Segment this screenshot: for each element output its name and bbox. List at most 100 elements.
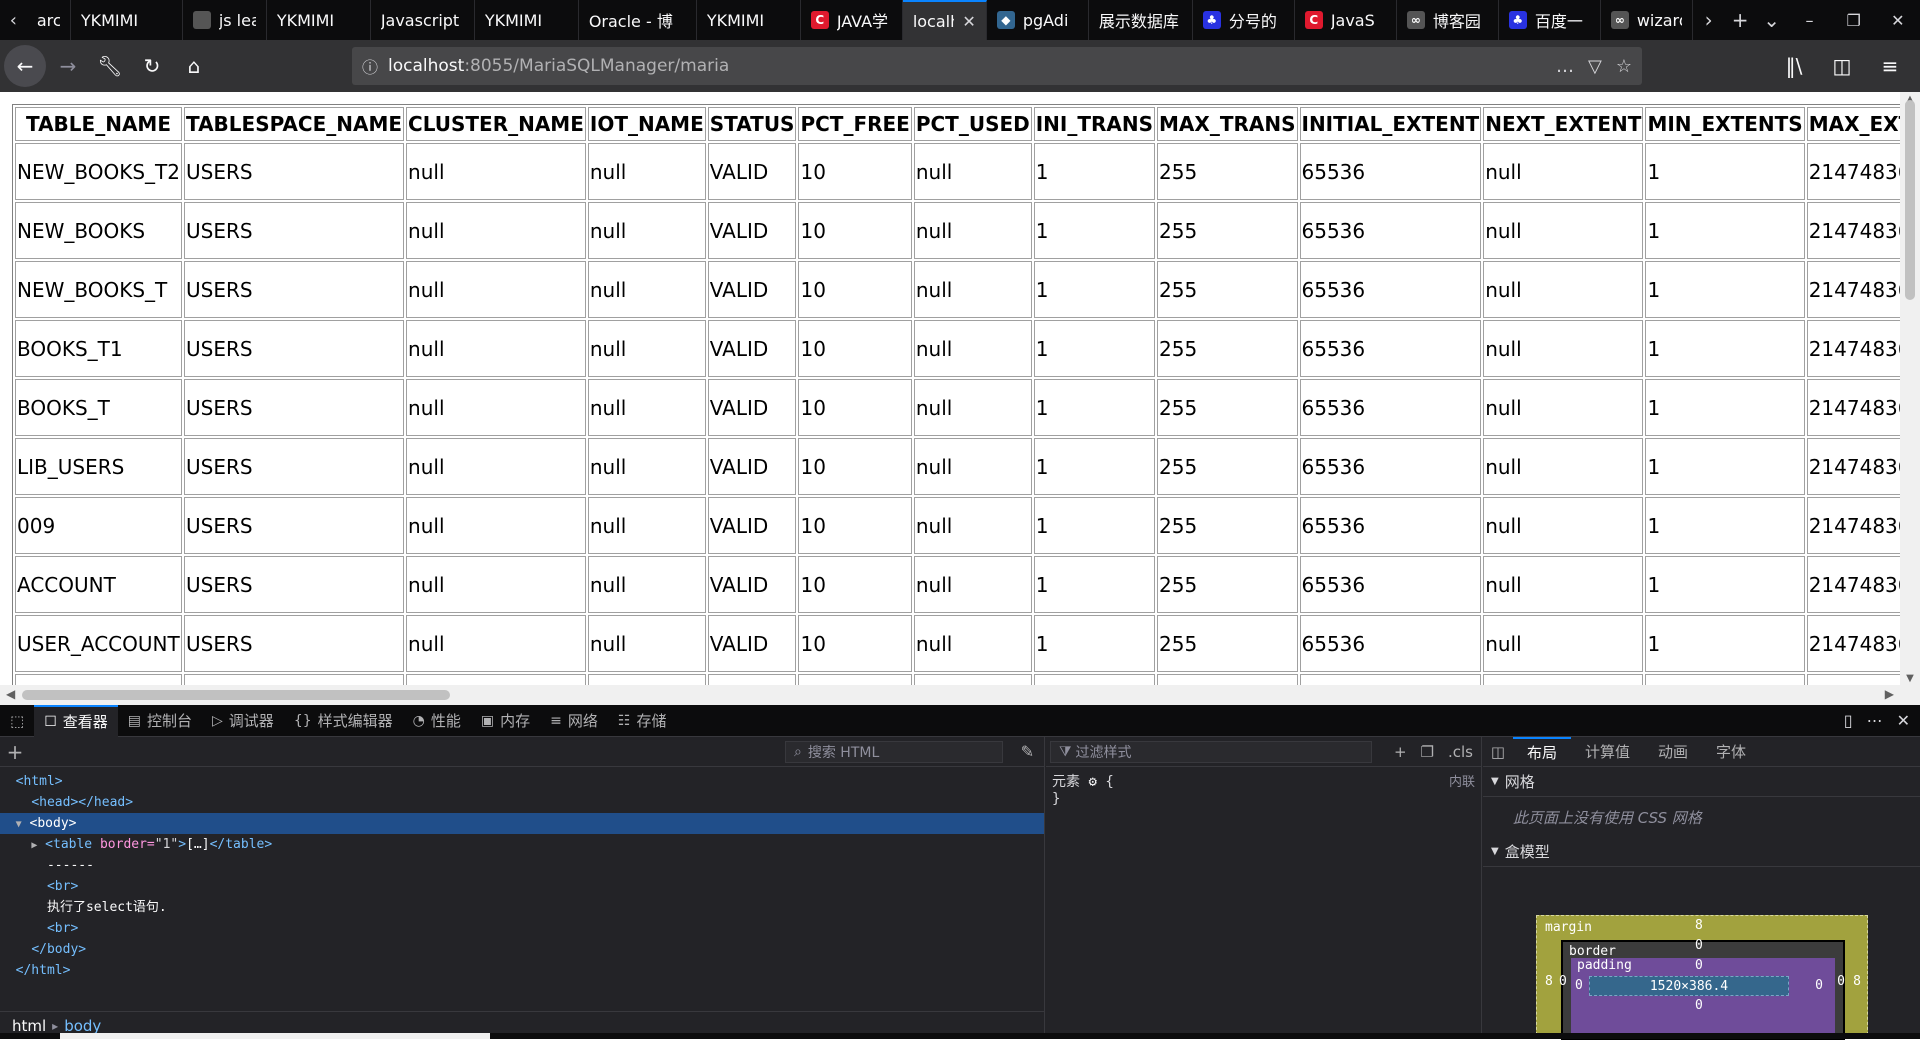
toggle-sidebar-icon[interactable]: ◫ bbox=[1483, 743, 1513, 761]
expanded-triangle-icon[interactable]: ▼ bbox=[16, 819, 22, 830]
page-actions-icon[interactable]: … bbox=[1556, 56, 1574, 77]
site-info-icon[interactable]: ⓘ bbox=[352, 54, 388, 78]
pseudo-class-toggle-icon[interactable]: ❐ bbox=[1421, 743, 1434, 761]
border-right-value[interactable]: 0 bbox=[1837, 974, 1845, 989]
breadcrumb-body[interactable]: body bbox=[64, 1017, 101, 1035]
tab[interactable]: Oracle - 博 bbox=[579, 0, 697, 40]
markup-line[interactable]: 执行了select语句. bbox=[0, 897, 1044, 918]
padding-left-value[interactable]: 0 bbox=[1575, 978, 1583, 993]
add-rule-icon[interactable]: + bbox=[1394, 743, 1407, 761]
tab[interactable]: 展示数据库 bbox=[1089, 0, 1193, 40]
breadcrumb-html[interactable]: html bbox=[12, 1017, 46, 1035]
close-tab-icon[interactable]: ✕ bbox=[962, 12, 975, 31]
add-node-icon[interactable]: + bbox=[0, 740, 30, 764]
new-tab-icon[interactable]: + bbox=[1724, 0, 1756, 40]
border-top-value[interactable]: 0 bbox=[1695, 938, 1703, 953]
close-window-icon[interactable]: ✕ bbox=[1876, 0, 1920, 40]
markup-line[interactable]: <head></head> bbox=[0, 792, 1044, 813]
tab-animations[interactable]: 动画 bbox=[1644, 737, 1702, 767]
markup-line-selected[interactable]: ▼ <body> bbox=[0, 813, 1044, 834]
markup-line[interactable]: <br> bbox=[0, 918, 1044, 939]
tab[interactable]: ♣ 分号的 bbox=[1193, 0, 1295, 40]
restore-window-icon[interactable]: ❐ bbox=[1832, 0, 1876, 40]
search-html-placeholder: 搜索 HTML bbox=[807, 745, 880, 761]
markup-line[interactable]: <br> bbox=[0, 876, 1044, 897]
cls-toggle[interactable]: .cls bbox=[1448, 743, 1473, 761]
close-devtools-icon[interactable]: ✕ bbox=[1897, 711, 1910, 730]
tab[interactable]: YKMIMI bbox=[697, 0, 801, 40]
tab[interactable]: ♣ 百度一 bbox=[1499, 0, 1601, 40]
filter-styles-input[interactable]: ⧩ 过滤样式 bbox=[1050, 741, 1372, 763]
tab-fonts[interactable]: 字体 bbox=[1702, 737, 1760, 767]
devtools-tab[interactable]: ≡ 网络 bbox=[540, 705, 608, 737]
tab[interactable]: Javascript bbox=[371, 0, 475, 40]
table-cell: null bbox=[1483, 497, 1644, 554]
tab-scroll-right-icon[interactable]: › bbox=[1693, 0, 1725, 40]
grid-section-header[interactable]: ▼ 网格 bbox=[1483, 767, 1920, 797]
pocket-icon[interactable]: ▽ bbox=[1588, 56, 1602, 77]
devtools-tab[interactable]: ▣ 内存 bbox=[471, 705, 540, 737]
margin-left-value[interactable]: 8 bbox=[1545, 974, 1553, 989]
devtools-tab[interactable]: ☷ 存储 bbox=[608, 705, 677, 737]
dock-toggle-icon[interactable]: ▯ bbox=[1844, 711, 1853, 730]
element-picker-icon[interactable]: ⬚ bbox=[0, 705, 34, 737]
tab[interactable]: ∞ 博客园 bbox=[1397, 0, 1499, 40]
scroll-right-arrow-icon[interactable]: ▶ bbox=[1885, 687, 1894, 701]
back-arrow-icon[interactable]: ← bbox=[4, 45, 46, 87]
padding-bottom-value[interactable]: 0 bbox=[1695, 998, 1703, 1013]
eyedropper-icon[interactable]: ✎ bbox=[1021, 742, 1034, 761]
vertical-scrollbar[interactable]: ▲ ▼ bbox=[1900, 92, 1920, 686]
tab-layout[interactable]: 布局 bbox=[1513, 736, 1572, 767]
menu-hamburger-icon[interactable]: ≡ bbox=[1870, 46, 1910, 86]
markup-line[interactable]: </body> bbox=[0, 939, 1044, 960]
horizontal-scroll-thumb[interactable] bbox=[22, 690, 450, 700]
tab[interactable]: C JavaS bbox=[1295, 0, 1397, 40]
devtools-tab[interactable]: ▷ 调试器 bbox=[202, 705, 284, 737]
wrench-icon[interactable]: 🔧︎ bbox=[90, 46, 130, 86]
tab[interactable]: arc bbox=[27, 0, 71, 40]
devtools-tab[interactable]: ☐ 查看器 bbox=[34, 704, 118, 737]
tab[interactable]: js lear bbox=[183, 0, 267, 40]
margin-top-value[interactable]: 8 bbox=[1695, 918, 1703, 933]
tab[interactable]: ◆ pgAdi bbox=[987, 0, 1089, 40]
markup-line[interactable]: ------ bbox=[0, 855, 1044, 876]
boxmodel-section-header[interactable]: ▼ 盒模型 bbox=[1483, 837, 1920, 867]
border-left-value[interactable]: 0 bbox=[1559, 974, 1567, 989]
tab[interactable]: YKMIMI bbox=[475, 0, 579, 40]
padding-right-value[interactable]: 0 bbox=[1815, 978, 1823, 993]
markup-line[interactable]: <html> bbox=[0, 771, 1044, 792]
sidebar-toggle-icon[interactable]: ◫ bbox=[1822, 46, 1862, 86]
reload-icon[interactable]: ↻ bbox=[132, 46, 172, 86]
tab[interactable]: C JAVA学 bbox=[801, 0, 903, 40]
home-icon[interactable]: ⌂ bbox=[174, 46, 214, 86]
library-icon[interactable]: ‖\ bbox=[1774, 46, 1814, 86]
collapsed-content-icon[interactable]: […] bbox=[186, 837, 209, 852]
tab-active[interactable]: localho ✕ bbox=[902, 0, 987, 40]
devtools-tab[interactable]: ◔ 性能 bbox=[403, 705, 471, 737]
markup-line[interactable]: </html> bbox=[0, 960, 1044, 981]
devtools-tab[interactable]: ▤ 控制台 bbox=[118, 705, 202, 737]
tab[interactable]: ∞ wizard bbox=[1601, 0, 1693, 40]
forward-arrow-icon[interactable]: → bbox=[48, 46, 88, 86]
tab[interactable]: YKMIMI bbox=[71, 0, 183, 40]
markup-line[interactable]: ▶ <table border="1">[…]</table> bbox=[0, 834, 1044, 855]
url-bar[interactable]: ⓘ localhost:8055/MariaSQLManager/maria …… bbox=[352, 47, 1642, 85]
tab-computed[interactable]: 计算值 bbox=[1571, 737, 1644, 767]
table-cell: null bbox=[1483, 556, 1644, 613]
list-all-tabs-icon[interactable]: ⌄ bbox=[1756, 0, 1788, 40]
devtools-more-icon[interactable]: ⋯ bbox=[1867, 711, 1883, 730]
minimize-window-icon[interactable]: – bbox=[1787, 0, 1831, 40]
collapsed-triangle-icon[interactable]: ▶ bbox=[31, 840, 37, 851]
vertical-scroll-thumb[interactable] bbox=[1905, 100, 1915, 300]
bookmark-star-icon[interactable]: ☆ bbox=[1616, 56, 1632, 77]
scroll-left-arrow-icon[interactable]: ◀ bbox=[6, 687, 15, 701]
gear-icon[interactable]: ⚙ bbox=[1088, 774, 1096, 790]
margin-right-value[interactable]: 8 bbox=[1853, 974, 1861, 989]
padding-top-value[interactable]: 0 bbox=[1695, 958, 1703, 973]
tab-scroll-left-icon[interactable]: ‹ bbox=[0, 0, 27, 40]
devtools-tab[interactable]: {} 样式编辑器 bbox=[284, 705, 403, 737]
scroll-down-arrow-icon[interactable]: ▼ bbox=[1900, 673, 1920, 684]
search-html-input[interactable]: ⌕ 搜索 HTML bbox=[785, 741, 1003, 763]
tab[interactable]: YKMIMI bbox=[267, 0, 371, 40]
horizontal-scrollbar[interactable]: ◀ ▶ bbox=[0, 685, 1920, 705]
